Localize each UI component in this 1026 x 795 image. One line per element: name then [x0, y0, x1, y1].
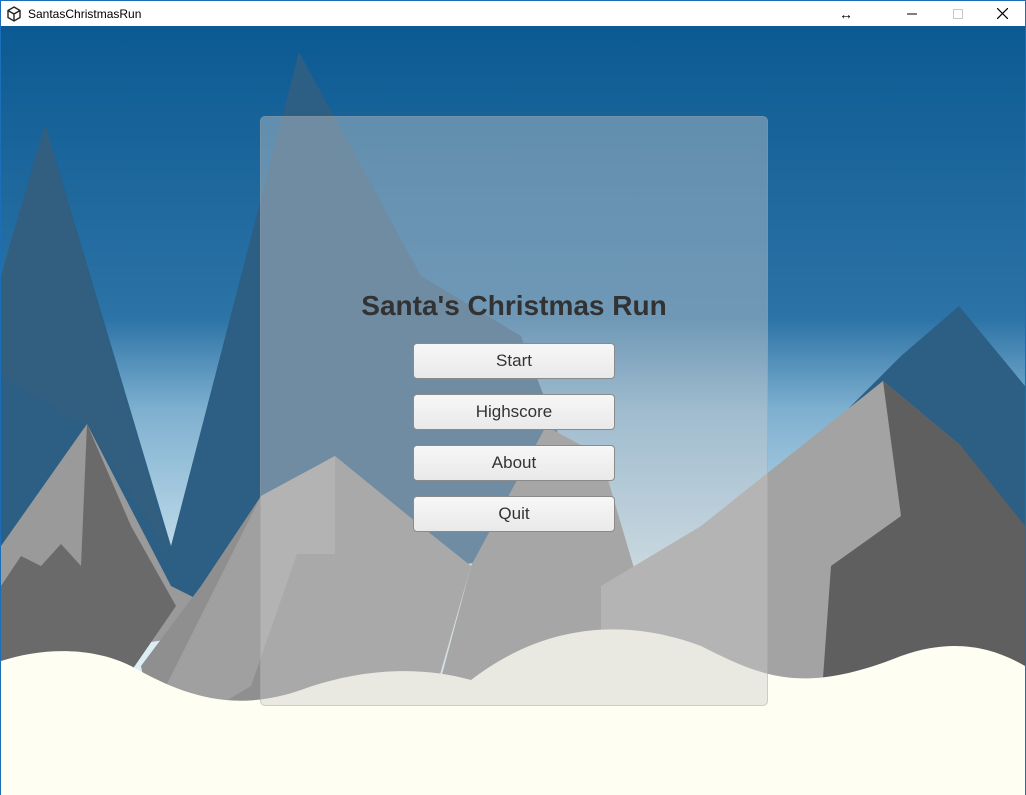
quit-button[interactable]: Quit	[413, 496, 615, 532]
close-button[interactable]	[979, 1, 1025, 26]
resize-arrows-icon[interactable]: ↔	[823, 1, 869, 26]
start-button[interactable]: Start	[413, 343, 615, 379]
game-window: SantasChristmasRun ↔ Santa's Christmas R…	[0, 0, 1026, 795]
main-menu-panel: Santa's Christmas Run Start Highscore Ab…	[260, 116, 768, 706]
game-scene: Santa's Christmas Run Start Highscore Ab…	[1, 26, 1025, 795]
minimize-button[interactable]	[889, 1, 935, 26]
about-button[interactable]: About	[413, 445, 615, 481]
game-title: Santa's Christmas Run	[361, 290, 667, 321]
minimize-icon	[907, 13, 917, 14]
maximize-button[interactable]	[935, 1, 981, 26]
title-bar[interactable]: SantasChristmasRun ↔	[1, 1, 1025, 26]
maximize-icon	[953, 8, 963, 19]
unity-logo-icon	[7, 6, 21, 22]
window-title: SantasChristmasRun	[28, 7, 142, 21]
close-icon	[996, 8, 1008, 19]
highscore-button[interactable]: Highscore	[413, 394, 615, 430]
